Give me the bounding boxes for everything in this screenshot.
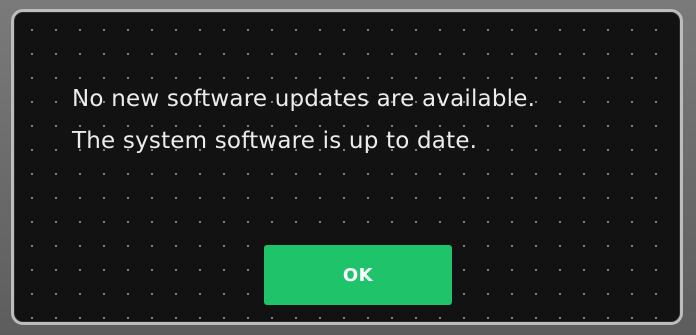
ok-button[interactable]: OK — [264, 245, 452, 305]
software-update-dialog: No new software updates are available. T… — [11, 9, 683, 325]
message-line-no-updates: No new software updates are available. — [72, 86, 536, 112]
message-line-up-to-date: The system software is up to date. — [72, 128, 478, 154]
dialog-message: No new software updates are available. T… — [72, 78, 672, 162]
